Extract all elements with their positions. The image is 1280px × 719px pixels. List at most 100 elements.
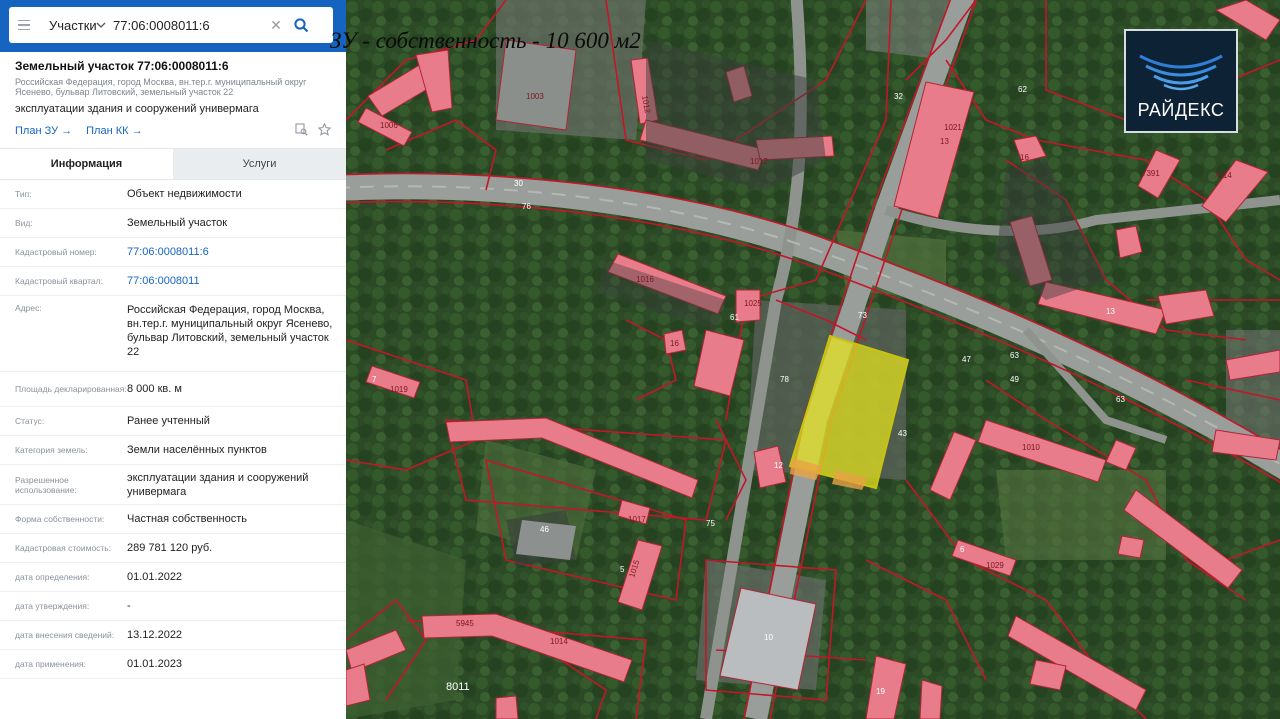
attribute-value: Частная собственность (127, 513, 248, 525)
attribute-label: Площадь декларированная: (15, 384, 127, 394)
map-label: 1012 (750, 157, 768, 166)
parcel-purpose: эксплуатации здания и сооружений универм… (15, 103, 259, 115)
building (1029, 659, 1067, 691)
attribute-label: дата утверждения: (15, 601, 90, 611)
chevron-down-icon[interactable] (93, 7, 109, 43)
attribute-row: Вид: Земельный участок (0, 209, 346, 238)
logo-waves-icon (1139, 54, 1223, 91)
company-logo: РАЙДЕКС (1124, 29, 1238, 133)
map-label: 16 (670, 339, 679, 348)
attribute-row: дата внесения сведений: 13.12.2022 (0, 621, 346, 650)
cadastral-quarter-label: 8011 (446, 681, 470, 693)
cadastral-search-input[interactable] (109, 17, 265, 33)
search-box: Участки ✕ (9, 7, 333, 43)
map-label: 5 (620, 565, 625, 574)
attribute-label: Форма собственности: (15, 514, 105, 524)
logo-text: РАЙДЕКС (1137, 100, 1225, 120)
attribute-row: дата определения: 01.01.2022 (0, 563, 346, 592)
map-label: 62 (1018, 85, 1027, 94)
map-label: 7 (372, 375, 377, 384)
map-label: 7914 (1214, 171, 1232, 180)
map-label: 46 (540, 525, 549, 534)
map-label: 47 (962, 355, 971, 364)
search-icon[interactable] (287, 7, 315, 43)
map-label: 1021 (944, 123, 962, 132)
map-label: 78 (780, 375, 789, 384)
map-label: 1025 (744, 299, 762, 308)
map-label: 32 (894, 92, 903, 101)
attribute-label: дата применения: (15, 659, 86, 669)
attribute-label: дата внесения сведений: (15, 630, 115, 640)
tab-information[interactable]: Информация (0, 149, 173, 179)
map-label: 73 (858, 311, 867, 320)
panel-tabs: Информация Услуги (0, 148, 346, 180)
attribute-value: Российская Федерация, город Москва, вн.т… (127, 304, 333, 358)
attribute-label: Адрес: (15, 303, 42, 313)
attribute-value: эксплуатации здания и сооружений универм… (127, 471, 309, 498)
attribute-value: Земельный участок (127, 217, 228, 229)
info-panel: Участки ✕ Земельный участок 77:06:000801… (0, 0, 346, 719)
attribute-label: Тип: (15, 189, 32, 199)
attribute-label: дата определения: (15, 572, 90, 582)
attribute-row: дата применения: 01.01.2023 (0, 650, 346, 679)
map-label: 16 (1020, 153, 1029, 162)
attribute-value: Ранее учтенный (127, 415, 210, 427)
map-label: 61 (730, 313, 739, 322)
map-label: 1016 (636, 275, 654, 284)
attribute-row: Статус: Ранее учтенный (0, 407, 346, 436)
cadastral-number-link[interactable]: 77:06:0008011:6 (127, 245, 337, 259)
map-label: 49 (1010, 375, 1019, 384)
map-label: 7391 (1142, 169, 1160, 178)
attribute-row: Разрешенное использование: эксплуатации з… (0, 465, 346, 505)
attribute-label: Категория земель: (15, 445, 88, 455)
tab-services[interactable]: Услуги (173, 149, 346, 179)
attribute-value: 01.01.2023 (127, 658, 183, 670)
map-label: 19 (876, 687, 885, 696)
attribute-row: Кадастровая стоимость: 289 781 120 руб. (0, 534, 346, 563)
zoom-to-object-icon[interactable] (295, 123, 308, 139)
parcel-title: Земельный участок 77:06:0008011:6 (15, 59, 229, 73)
map-label: 43 (898, 429, 907, 438)
cadastral-quarter-link[interactable]: 77:06:0008011 (127, 274, 337, 288)
attribute-row: Категория земель: Земли населённых пункто… (0, 436, 346, 465)
attribute-value: Объект недвижимости (127, 188, 242, 200)
map-label: 30 (514, 179, 523, 188)
attribute-value: 8 000 кв. м (127, 383, 182, 395)
map-label: 1014 (550, 637, 568, 646)
attribute-row: Кадастровый квартал: 77:06:0008011 (0, 267, 346, 296)
map-label: 63 (1010, 351, 1019, 360)
map-label: 63 (1116, 395, 1125, 404)
plan-zu-link[interactable]: План ЗУ → (15, 125, 72, 137)
attribute-label: Кадастровая стоимость: (15, 543, 112, 553)
search-bar: Участки ✕ (0, 0, 346, 52)
building (1117, 535, 1145, 559)
attribute-row: Форма собственности: Частная собственност… (0, 505, 346, 534)
attribute-row: Площадь декларированная: 8 000 кв. м (0, 372, 346, 407)
close-icon[interactable]: ✕ (265, 17, 287, 34)
attribute-label: Кадастровый номер: (15, 247, 97, 257)
attribute-value: - (127, 600, 131, 612)
attribute-label: Статус: (15, 416, 45, 426)
attributes-table: Тип: Объект недвижимости Вид: Земельный уч… (0, 180, 346, 679)
map-label: 76 (522, 202, 531, 211)
map-banner-text: ЗУ - собственность - 10 600 м2 (330, 28, 641, 53)
map-label: 10 (764, 633, 773, 642)
map-label: 12 (774, 461, 783, 470)
menu-icon[interactable] (9, 7, 39, 43)
favorite-star-icon[interactable] (317, 122, 332, 139)
attribute-value: Земли населённых пунктов (127, 444, 267, 456)
attribute-label: Вид: (15, 218, 33, 228)
map-label: 1017 (628, 515, 646, 524)
attribute-value: 289 781 120 руб. (127, 542, 213, 554)
map-label: 75 (706, 519, 715, 528)
parcel-address-subtitle: Российская Федерация, город Москва, вн.т… (15, 77, 307, 97)
map-label: 13 (1106, 307, 1115, 316)
plan-kk-link[interactable]: План КК → (86, 125, 142, 137)
attribute-value: 01.01.2022 (127, 571, 183, 583)
attribute-value: 13.12.2022 (127, 629, 183, 641)
map-label: 1019 (390, 385, 408, 394)
search-type-select[interactable]: Участки (39, 18, 97, 33)
plan-links: План ЗУ → План КК → (15, 122, 332, 139)
map-label: 5945 (456, 619, 474, 628)
map-label: 1029 (986, 561, 1004, 570)
